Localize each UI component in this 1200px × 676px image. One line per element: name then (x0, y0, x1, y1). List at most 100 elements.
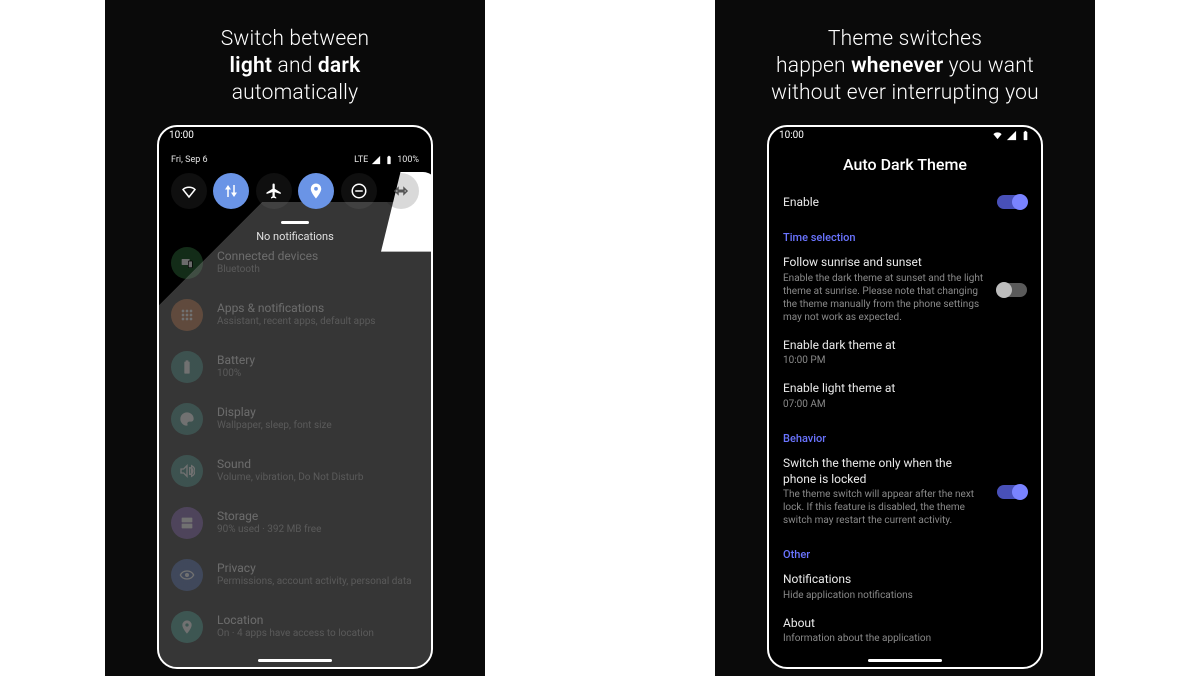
promo2-l2c: you want (943, 54, 1034, 78)
settings-item-subtitle: Volume, vibration, Do Not Disturb (217, 472, 419, 485)
qs-toggle-location[interactable] (298, 173, 334, 209)
promo1-dark: dark (318, 54, 361, 78)
devices-icon (171, 247, 203, 279)
settings-list: Connected devicesBluetoothApps & notific… (159, 237, 431, 653)
settings-item-title: Display (217, 405, 419, 420)
qs-drag-handle[interactable] (281, 221, 309, 224)
display-icon (171, 403, 203, 435)
qs-date: Fri, Sep 6 (171, 155, 208, 165)
pref-dark-at-value: 10:00 PM (783, 354, 1027, 367)
pref-about[interactable]: About Information about the application (783, 609, 1027, 653)
promo2-line3: without ever interrupting you (771, 81, 1039, 105)
settings-item-subtitle: Permissions, account activity, personal … (217, 576, 419, 589)
promo1-line1: Switch between (221, 27, 369, 51)
status-bar: 10:00 (159, 127, 431, 145)
category-other: Other (783, 534, 1027, 565)
settings-item-title: Battery (217, 353, 419, 368)
category-behavior: Behavior (783, 418, 1027, 449)
settings-item-subtitle: Wallpaper, sleep, font size (217, 420, 419, 433)
settings-item-privacy[interactable]: PrivacyPermissions, account activity, pe… (171, 549, 419, 601)
qs-toggle-data[interactable] (213, 173, 249, 209)
qs-toggles (169, 173, 421, 209)
settings-item-subtitle: Bluetooth (217, 264, 419, 277)
pref-only-when-locked[interactable]: Switch the theme only when the phone is … (783, 449, 1027, 534)
status-bar-2: 10:00 (769, 127, 1041, 145)
quick-settings-panel: Fri, Sep 6 LTE 100% (159, 145, 431, 224)
status-time: 10:00 (169, 130, 194, 141)
pref-about-sub: Information about the application (783, 632, 1027, 645)
switch-only-when-locked[interactable] (997, 485, 1027, 499)
settings-item-apps[interactable]: Apps & notificationsAssistant, recent ap… (171, 289, 419, 341)
auto-rotate-icon (392, 182, 410, 200)
pref-enable[interactable]: Enable (783, 188, 1027, 218)
pref-about-title: About (783, 616, 1027, 632)
sound-icon (171, 455, 203, 487)
switch-follow-sun[interactable] (997, 283, 1027, 297)
wifi-status-icon (992, 130, 1003, 141)
promo1-and: and (272, 54, 318, 78)
settings-item-devices[interactable]: Connected devicesBluetooth (171, 237, 419, 289)
qs-battery-pct: 100% (397, 155, 419, 165)
pref-follow-sun-sub: Enable the dark theme at sunset and the … (783, 272, 987, 324)
nav-home-indicator-2[interactable] (868, 659, 942, 662)
location-icon (171, 611, 203, 643)
promo2-whenever: whenever (851, 54, 943, 78)
pref-enable-label: Enable (783, 195, 987, 211)
pref-light-at-title: Enable light theme at (783, 381, 1027, 397)
settings-item-storage[interactable]: Storage90% used · 392 MB free (171, 497, 419, 549)
settings-item-subtitle: On · 4 apps have access to location (217, 628, 419, 641)
settings-item-location[interactable]: LocationOn · 4 apps have access to locat… (171, 601, 419, 653)
settings-item-subtitle: 100% (217, 368, 419, 381)
settings-item-battery[interactable]: Battery100% (171, 341, 419, 393)
promo-card-1: Switch between light and dark automatica… (105, 0, 485, 676)
qs-toggle-airplane[interactable] (256, 173, 292, 209)
settings-item-title: Apps & notifications (217, 301, 419, 316)
wifi-icon (180, 182, 198, 200)
pref-light-at-value: 07:00 AM (783, 398, 1027, 411)
battery-icon (171, 351, 203, 383)
category-time-selection: Time selection (783, 217, 1027, 248)
location-pin-icon (307, 182, 325, 200)
settings-item-title: Privacy (217, 561, 419, 576)
settings-item-subtitle: 90% used · 392 MB free (217, 524, 419, 537)
qs-toggle-dnd[interactable] (341, 173, 377, 209)
battery-status-icon (1020, 130, 1031, 141)
settings-item-sound[interactable]: SoundVolume, vibration, Do Not Disturb (171, 445, 419, 497)
settings-item-display[interactable]: DisplayWallpaper, sleep, font size (171, 393, 419, 445)
settings-item-subtitle: Assistant, recent apps, default apps (217, 316, 419, 329)
promo-card-2: Theme switches happen whenever you want … (715, 0, 1095, 676)
status-time-2: 10:00 (779, 130, 804, 141)
promo-headline-1: Switch between light and dark automatica… (201, 0, 389, 125)
switch-enable[interactable] (997, 195, 1027, 209)
no-notifications-label: No notifications (159, 230, 431, 243)
preferences-list[interactable]: Enable Time selection Follow sunrise and… (769, 188, 1041, 668)
battery-icon (384, 155, 394, 165)
data-icon (222, 182, 240, 200)
pref-notifications[interactable]: Notifications Hide application notificat… (783, 565, 1027, 609)
phone-frame-1: 10:00 Fri, Sep 6 LTE 100% (157, 125, 433, 669)
pref-locked-sub: The theme switch will appear after the n… (783, 488, 987, 527)
qs-toggle-wifi[interactable] (171, 173, 207, 209)
storage-icon (171, 507, 203, 539)
nav-home-indicator[interactable] (258, 659, 332, 662)
pref-follow-sun[interactable]: Follow sunrise and sunset Enable the dar… (783, 248, 1027, 331)
settings-item-title: Sound (217, 457, 419, 472)
pref-follow-sun-title: Follow sunrise and sunset (783, 255, 987, 271)
pref-dark-at[interactable]: Enable dark theme at 10:00 PM (783, 331, 1027, 375)
qs-header: Fri, Sep 6 LTE 100% (171, 155, 419, 165)
promo-headline-2: Theme switches happen whenever you want … (751, 0, 1059, 125)
qs-toggle-rotate[interactable] (383, 173, 419, 209)
signal-status-icon (1006, 130, 1017, 141)
pref-notifications-sub: Hide application notifications (783, 589, 1027, 602)
settings-item-title: Storage (217, 509, 419, 524)
pref-light-at[interactable]: Enable light theme at 07:00 AM (783, 374, 1027, 418)
pref-dark-at-title: Enable dark theme at (783, 338, 1027, 354)
pref-locked-title: Switch the theme only when the phone is … (783, 456, 987, 487)
qs-net-label: LTE (354, 155, 368, 165)
phone-frame-2: 10:00 Auto Dark Theme Enable Time select… (767, 125, 1043, 669)
settings-item-title: Location (217, 613, 419, 628)
pref-notifications-title: Notifications (783, 572, 1027, 588)
dnd-icon (350, 182, 368, 200)
promo2-l2a: happen (776, 54, 851, 78)
signal-icon (371, 155, 381, 165)
